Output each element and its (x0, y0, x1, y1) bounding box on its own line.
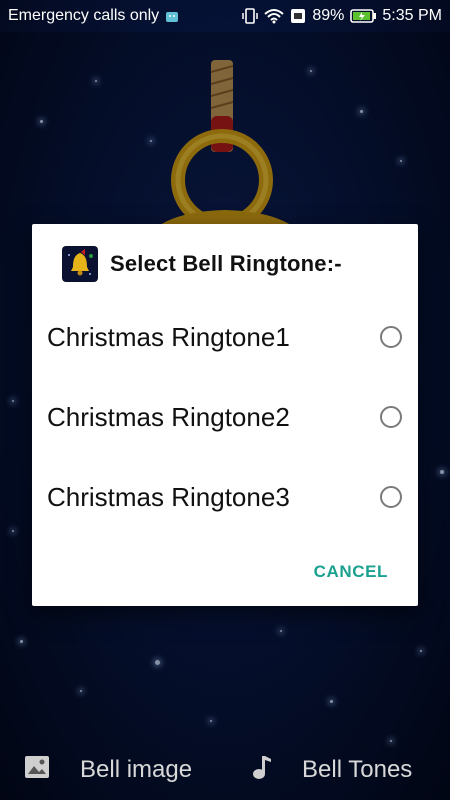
clock-time: 5:35 PM (382, 7, 442, 24)
wifi-icon (264, 8, 285, 24)
android-icon (165, 9, 179, 23)
ringtone-option-label: Christmas Ringtone1 (47, 321, 290, 352)
radio-button[interactable] (380, 406, 402, 428)
cancel-button[interactable]: CANCEL (314, 562, 388, 582)
music-note-icon (250, 754, 272, 787)
radio-button[interactable] (380, 486, 402, 508)
sim-icon (290, 8, 306, 24)
vibrate-icon (242, 7, 259, 25)
dialog-title: Select Bell Ringtone:- (110, 251, 342, 276)
battery-percent: 89% (312, 7, 345, 24)
ringtone-option-2[interactable]: Christmas Ringtone2 (32, 385, 418, 449)
status-bar: Emergency calls only 89% 5:35 PM (0, 0, 450, 32)
bottom-bar: Bell image Bell Tones (0, 740, 450, 800)
bell-tones-button[interactable]: Bell Tones (250, 754, 412, 787)
battery-charging-icon (350, 9, 377, 23)
ringtone-dialog: Select Bell Ringtone:- Christmas Rington… (32, 224, 418, 606)
ringtone-option-label: Christmas Ringtone2 (47, 401, 290, 432)
radio-button[interactable] (380, 326, 402, 348)
bell-app-icon (62, 246, 98, 282)
ringtone-option-label: Christmas Ringtone3 (47, 481, 290, 512)
bell-tones-label: Bell Tones (302, 756, 413, 783)
ringtone-option-3[interactable]: Christmas Ringtone3 (32, 465, 418, 529)
image-icon (24, 755, 50, 786)
ringtone-option-1[interactable]: Christmas Ringtone1 (32, 305, 418, 369)
carrier-text: Emergency calls only (8, 7, 160, 24)
bell-image-button[interactable]: Bell image (24, 755, 192, 786)
dialog-header: Select Bell Ringtone:- (62, 246, 342, 282)
bell-image-label: Bell image (80, 756, 193, 783)
